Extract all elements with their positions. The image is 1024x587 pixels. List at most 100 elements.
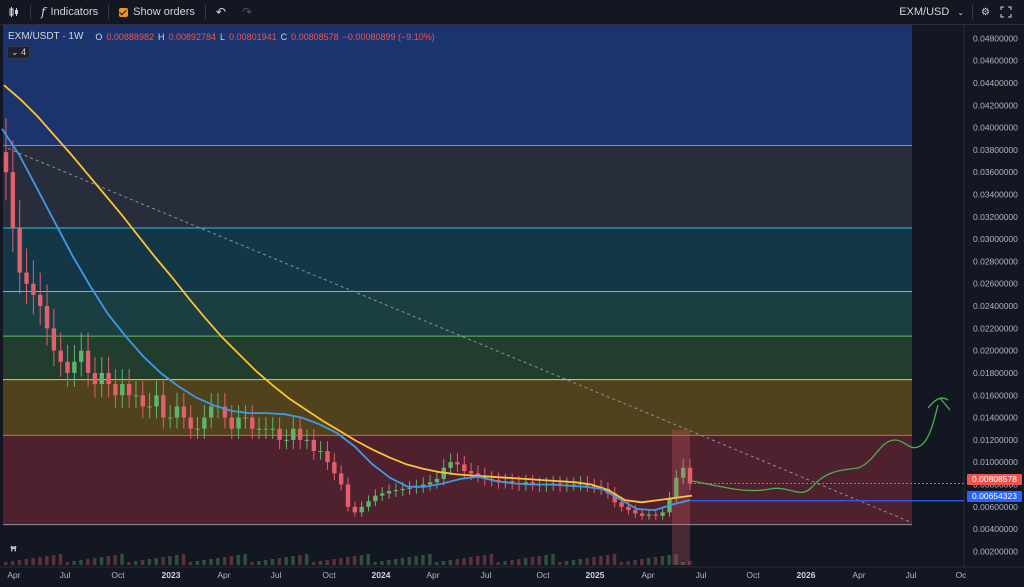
volume-bar (291, 556, 295, 565)
volume-bar (558, 562, 562, 565)
volume-bar (564, 561, 569, 565)
y-tick-label: 0.03600000 (973, 167, 1018, 177)
volume-bar (585, 558, 589, 565)
volume-bar (475, 556, 480, 565)
candle-body (188, 417, 193, 429)
legend-high: 0.00892784 (168, 31, 217, 42)
candle-body (38, 294, 43, 307)
candles-chart-type-button[interactable] (0, 0, 28, 24)
candle-body (195, 428, 200, 430)
x-tick-label: Oct (536, 570, 550, 580)
x-tick-label: Apr (217, 570, 230, 580)
candle-body (653, 514, 658, 516)
x-tick-label: Jul (696, 570, 707, 580)
legend-close: 0.00808578 (291, 31, 339, 42)
volume-bar (154, 558, 158, 565)
volume-bar (10, 561, 15, 565)
candle-body (626, 506, 631, 511)
fib-zone-3 (3, 291, 912, 337)
candle-body (462, 464, 467, 472)
volume-bar (667, 555, 671, 565)
volume-bar (640, 559, 644, 565)
x-tick-label: Apr (426, 570, 439, 580)
candle-body (407, 487, 412, 489)
volume-bar (120, 554, 124, 565)
volume-bar (325, 560, 329, 565)
indicators-collapse-toggle[interactable]: ⌄ 4 (7, 46, 31, 59)
candle-body (236, 417, 241, 429)
candle-body (639, 513, 645, 516)
candle-body (304, 439, 310, 441)
volume-bar (578, 559, 583, 565)
indicators-button[interactable]: f Indicators (33, 0, 106, 24)
y-tick-label: 0.00400000 (973, 524, 1018, 534)
candle-body (243, 417, 248, 419)
redo-icon: ↷ (241, 5, 253, 19)
candle-body (85, 350, 91, 373)
last-price-tag: 0.00808578 (967, 474, 1022, 485)
volume-bar (202, 560, 206, 565)
fib-zone-0 (3, 25, 912, 146)
candle-body (311, 439, 316, 452)
candle-body (297, 428, 303, 440)
volume-bar (65, 562, 70, 565)
fib-zone-1 (3, 145, 912, 228)
price-chart[interactable]: 0.04800000 0.04600000 0.04400000 0.04200000… (0, 25, 1024, 587)
y-tick-label: 0.01800000 (973, 368, 1018, 378)
volume-bar (188, 562, 193, 565)
candle-body (338, 473, 344, 485)
candle-body (154, 395, 159, 407)
y-tick-label: 0.02000000 (973, 346, 1018, 356)
volume-bar (373, 562, 377, 565)
x-tick-label: Jul (481, 570, 492, 580)
x-tick-label: 2024 (372, 570, 391, 580)
show-orders-toggle[interactable]: Show orders (111, 0, 203, 24)
volume-bar (469, 557, 473, 565)
volume-bar (168, 556, 172, 565)
candle-body (17, 227, 22, 273)
volume-bar (195, 561, 200, 565)
volume-bar (462, 558, 466, 565)
volume-bar (31, 558, 35, 565)
volume-bar (17, 560, 22, 565)
volume-bar (51, 555, 56, 565)
volume-bar (216, 558, 220, 565)
volume-bar (523, 558, 528, 565)
volume-bar (407, 557, 412, 565)
volume-bar (38, 557, 42, 565)
indicators-label: Indicators (50, 6, 99, 18)
y-tick-label: 0.04600000 (973, 56, 1018, 66)
y-tick-label: 0.01000000 (973, 457, 1018, 467)
symbol-selector[interactable]: EXM/USD ⌄ ⚙ (899, 0, 990, 24)
candle-body (181, 406, 187, 418)
y-tick-label: 0.02600000 (973, 279, 1018, 289)
volume-bar (24, 559, 29, 565)
volume-bar (257, 561, 261, 565)
divider (972, 5, 974, 19)
candle-body (619, 502, 624, 507)
volume-bar (229, 556, 234, 565)
undo-button[interactable]: ↶ (208, 0, 234, 24)
x-tick-label: 2023 (162, 570, 181, 580)
redo-button[interactable]: ↷ (234, 0, 260, 24)
top-toolbar: f Indicators Show orders ↶ ↷ EXM/USD ⌄ ⚙ (0, 0, 1024, 25)
y-tick-label: 0.03200000 (973, 212, 1018, 222)
y-tick-label: 0.01400000 (973, 413, 1018, 423)
candle-body (270, 428, 275, 430)
level-price-tag: 0.00654323 (967, 491, 1022, 502)
volume-bar (393, 559, 398, 565)
legend-close-label: C (280, 31, 288, 42)
indicator-count: 4 (21, 47, 27, 57)
settings-icon[interactable]: ⚙ (981, 7, 990, 18)
volume-bar (503, 561, 507, 565)
candle-body (373, 495, 378, 502)
volume-bar (4, 562, 8, 565)
candle-body (633, 510, 638, 514)
x-tick-label: Jul (271, 570, 282, 580)
x-tick-label: Oct (746, 570, 760, 580)
fullscreen-button[interactable] (992, 0, 1020, 24)
volume-bar (619, 562, 624, 565)
legend-symbol: EXM/USDT · 1W (8, 31, 84, 42)
volume-bar (633, 560, 637, 565)
legend-high-label: H (157, 31, 165, 42)
